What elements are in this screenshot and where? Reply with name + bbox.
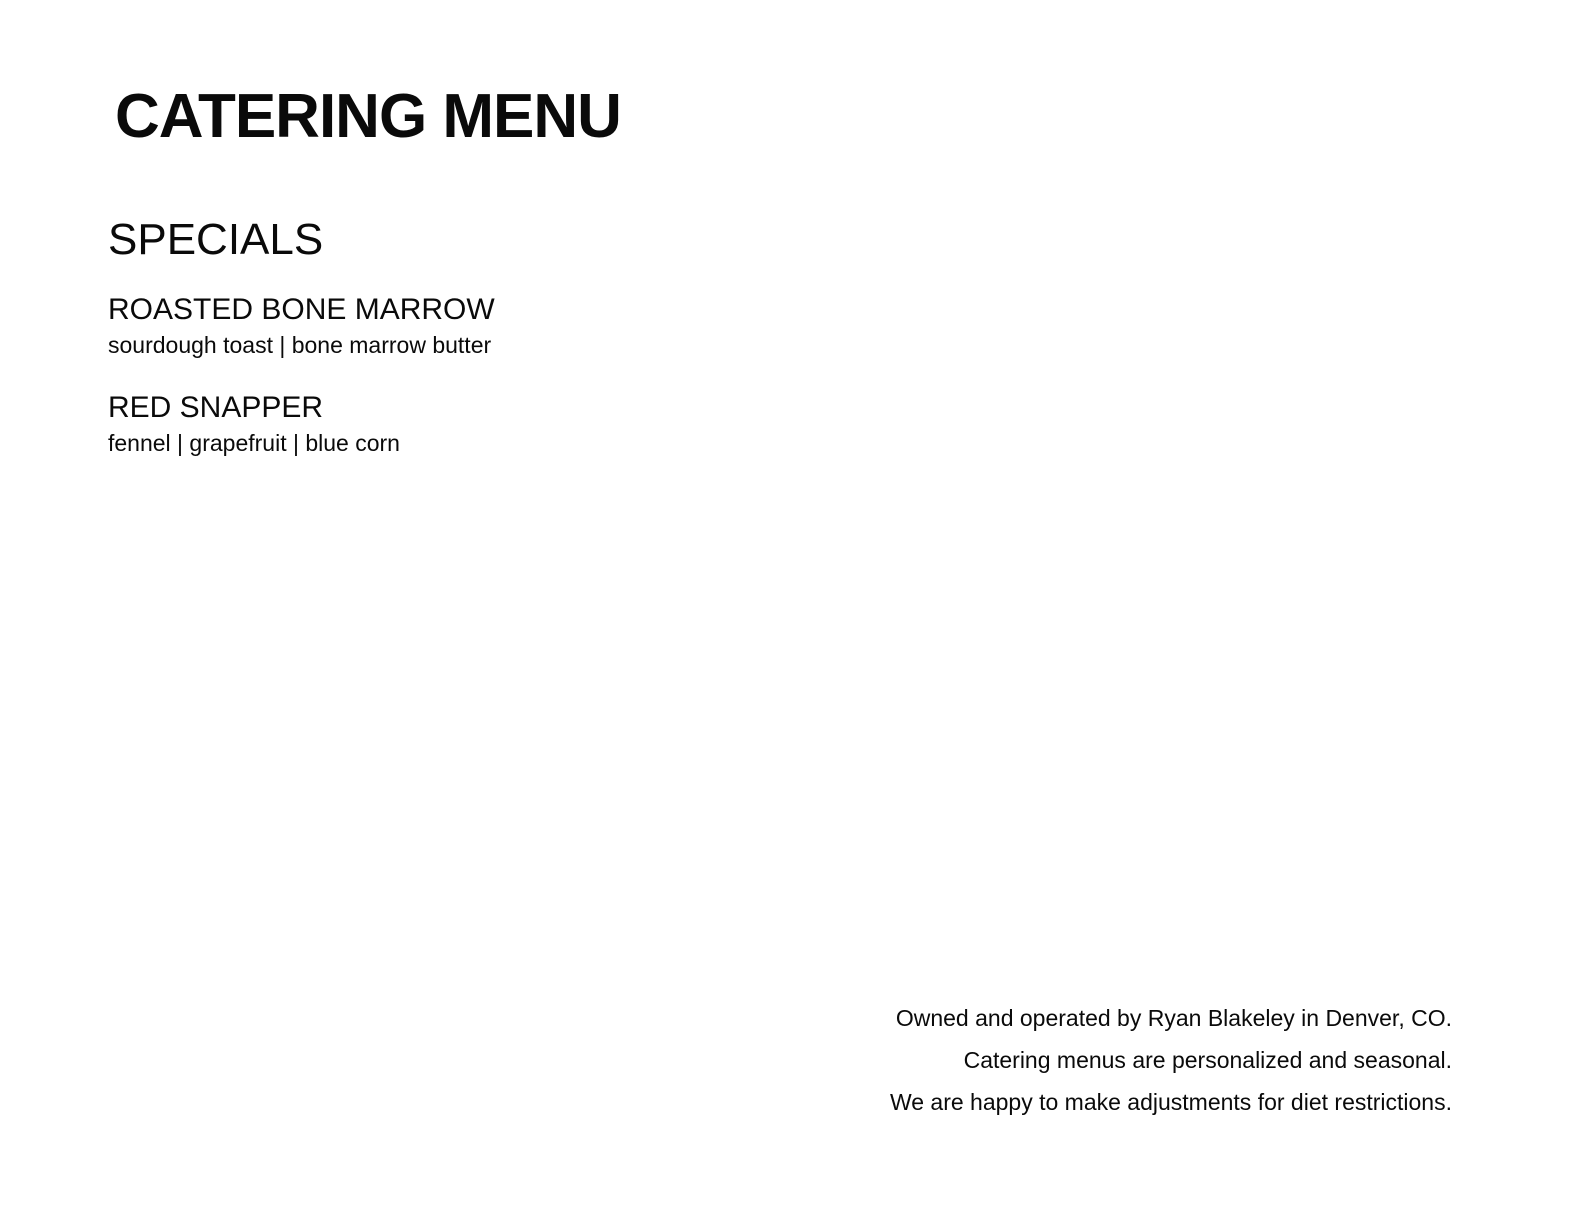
footer-line-diet: We are happy to make adjustments for die… xyxy=(889,1089,1452,1115)
specials-list: ROASTED BONE MARROW sourdough toast | bo… xyxy=(108,292,495,487)
footer-note: Owned and operated by Ryan Blakeley in D… xyxy=(890,1005,1452,1131)
footer-line-seasonal: Catering menus are personalized and seas… xyxy=(963,1047,1452,1073)
page-title: CATERING MENU xyxy=(115,82,622,151)
menu-item: ROASTED BONE MARROW sourdough toast | bo… xyxy=(108,292,495,360)
menu-item-description: fennel | grapefruit | blue corn xyxy=(108,429,400,456)
menu-item-description: sourdough toast | bone marrow butter xyxy=(108,332,492,358)
footer-line-ownership: Owned and operated by Ryan Blakeley in D… xyxy=(895,1005,1452,1031)
menu-item: RED SNAPPER fennel | grapefruit | blue c… xyxy=(108,390,495,458)
menu-item-name: RED SNAPPER xyxy=(108,390,324,424)
menu-item-name: ROASTED BONE MARROW xyxy=(108,293,495,326)
section-title-specials: SPECIALS xyxy=(108,215,324,264)
